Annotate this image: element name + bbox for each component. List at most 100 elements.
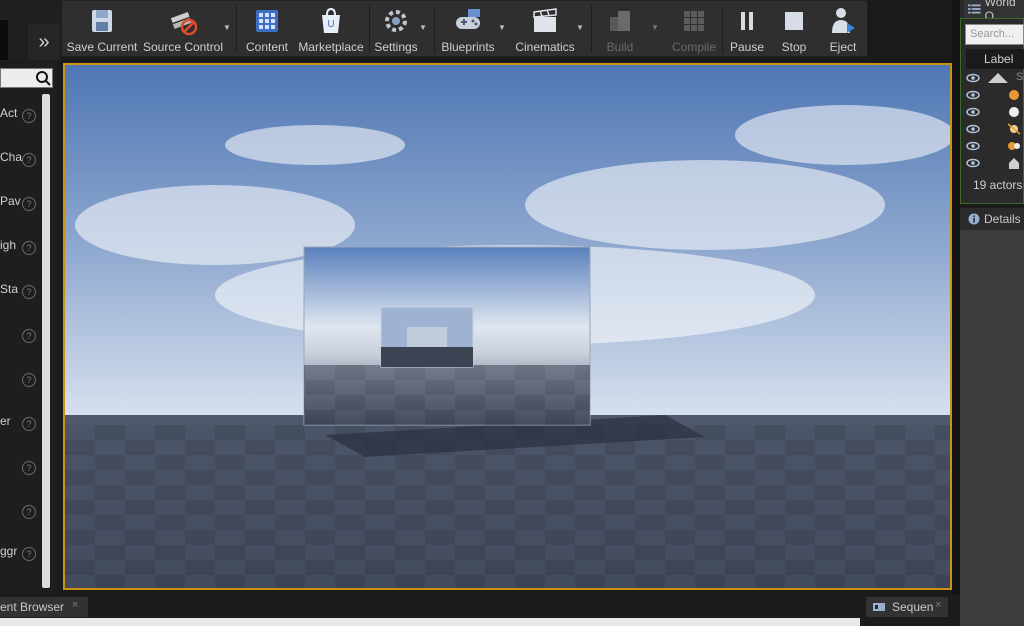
visibility-eye-icon[interactable] <box>966 73 980 83</box>
sequencer-tab-label: Sequen <box>892 600 934 614</box>
outliner-row[interactable] <box>966 155 1024 172</box>
level-icon <box>988 73 1008 83</box>
outliner-row[interactable] <box>966 87 1024 104</box>
compile-icon <box>684 11 704 31</box>
left-panel-row[interactable]: igh? <box>0 238 40 258</box>
help-icon[interactable]: ? <box>22 547 36 561</box>
left-panel-row[interactable]: Pav? <box>0 194 40 214</box>
toolbar-divider <box>236 5 237 53</box>
toolbar-divider <box>591 5 592 53</box>
blueprints-button[interactable]: Blueprints <box>436 1 500 57</box>
build-icon <box>610 11 630 31</box>
close-icon[interactable]: × <box>935 599 947 613</box>
toolbar-divider <box>722 5 723 53</box>
left-panel-row[interactable]: Act? <box>0 106 40 126</box>
help-icon[interactable]: ? <box>22 417 36 431</box>
outliner-row-label: S <box>1016 71 1024 83</box>
help-icon[interactable]: ? <box>22 373 36 387</box>
source-control-icon <box>170 12 198 36</box>
left-panel-row[interactable]: er? <box>0 414 40 434</box>
left-panel-row-label: Act <box>0 106 18 120</box>
pause-icon <box>741 12 753 30</box>
left-panel-row[interactable]: ? <box>0 502 40 522</box>
build-dropdown-icon[interactable]: ▼ <box>651 23 660 35</box>
visibility-eye-icon[interactable] <box>966 90 980 100</box>
sequencer-icon <box>873 603 885 611</box>
left-panel-row-label: Cha <box>0 150 23 164</box>
visibility-eye-icon[interactable] <box>966 124 980 134</box>
cinematics-label: Cinematics <box>515 40 575 54</box>
toolbar-divider <box>369 5 370 53</box>
save-current-button[interactable]: Save Current <box>64 1 140 57</box>
outliner-row[interactable] <box>966 121 1024 138</box>
help-icon[interactable]: ? <box>22 241 36 255</box>
pause-label: Pause <box>729 40 765 54</box>
details-tab-label: Details <box>984 212 1021 226</box>
stop-button[interactable]: Stop <box>774 1 814 57</box>
settings-dropdown-icon[interactable]: ▼ <box>419 23 428 35</box>
eject-icon <box>832 8 855 33</box>
help-icon[interactable]: ? <box>22 197 36 211</box>
build-button[interactable]: Build <box>595 1 645 57</box>
left-panel-row-label: Sta <box>0 282 19 296</box>
compile-button[interactable]: Compile <box>666 1 722 57</box>
list-icon <box>968 4 981 14</box>
panel-divider[interactable] <box>952 0 960 626</box>
tab-world-outliner[interactable]: World O <box>964 0 1024 23</box>
help-icon[interactable]: ? <box>22 461 36 475</box>
double-chevron-right-icon: » <box>38 30 50 53</box>
expand-toolbar-button[interactable]: » <box>28 24 60 60</box>
outliner-row[interactable] <box>966 138 1024 155</box>
level-viewport[interactable] <box>63 63 952 590</box>
outliner-row[interactable] <box>966 104 1024 121</box>
tab-details[interactable]: Details <box>960 208 1024 230</box>
source-control-dropdown-icon[interactable]: ▼ <box>223 23 232 35</box>
cinematics-icon <box>533 8 557 32</box>
left-panel-row[interactable]: Sta? <box>0 282 40 302</box>
pause-button[interactable]: Pause <box>726 1 768 57</box>
help-icon[interactable]: ? <box>22 505 36 519</box>
blueprints-label: Blueprints <box>441 40 495 54</box>
blueprints-icon <box>456 9 480 29</box>
left-panel-row-label: igh <box>0 238 17 252</box>
help-icon[interactable]: ? <box>22 153 36 167</box>
close-icon[interactable]: × <box>72 599 84 613</box>
help-icon[interactable]: ? <box>22 109 36 123</box>
left-panel-row[interactable]: Cha? <box>0 150 40 170</box>
left-panel-row[interactable]: ? <box>0 458 40 478</box>
eject-button[interactable]: Eject <box>822 1 864 57</box>
settings-button[interactable]: Settings <box>371 1 421 57</box>
help-icon[interactable]: ? <box>22 285 36 299</box>
eject-label: Eject <box>829 40 857 54</box>
outliner-search-input[interactable]: Search... <box>965 24 1024 45</box>
directional-light-icon <box>1007 123 1021 135</box>
left-panel-row[interactable]: ? <box>0 370 40 390</box>
marketplace-label: Marketplace <box>298 40 364 54</box>
help-icon[interactable]: ? <box>22 329 36 343</box>
left-panel-row[interactable]: ggr? <box>0 544 40 564</box>
blueprints-dropdown-icon[interactable]: ▼ <box>498 23 507 35</box>
cinematics-button[interactable]: Cinematics <box>512 1 578 57</box>
source-control-label: Source Control <box>142 40 224 54</box>
settings-label: Settings <box>374 40 418 54</box>
left-panel-row-label: ggr <box>0 544 18 558</box>
cinematics-dropdown-icon[interactable]: ▼ <box>576 23 585 35</box>
visibility-eye-icon[interactable] <box>966 107 980 117</box>
visibility-eye-icon[interactable] <box>966 141 980 151</box>
left-panel-scrollbar[interactable] <box>42 94 50 588</box>
svg-text:U: U <box>327 19 334 30</box>
source-control-button[interactable]: Source Control <box>142 1 224 57</box>
content-button[interactable]: Content <box>240 1 294 57</box>
visibility-eye-icon[interactable] <box>966 158 980 168</box>
search-icon[interactable] <box>34 69 52 87</box>
actor-count-text: 19 actors <box>973 178 1023 192</box>
build-label: Build <box>606 40 634 54</box>
left-panel-row[interactable]: ? <box>0 326 40 346</box>
sky-light-icon <box>1008 142 1020 150</box>
outliner-label-column-header[interactable]: Label <box>966 49 1024 69</box>
save-icon <box>92 10 112 32</box>
outliner-row[interactable]: S <box>966 70 1024 87</box>
marketplace-button[interactable]: U Marketplace <box>296 1 366 57</box>
viewport-scene <box>65 65 950 588</box>
left-panel-tab[interactable] <box>0 20 8 60</box>
